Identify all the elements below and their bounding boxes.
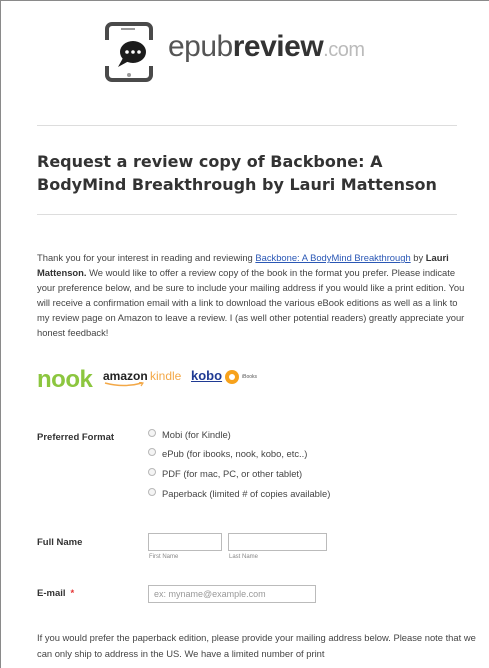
logo-wordmark: epubreview.com — [168, 30, 365, 64]
intro-part-3: We would like to offer a review copy of … — [37, 267, 465, 338]
email-label: E-mail * — [37, 588, 74, 599]
format-option-label: PDF (for mac, PC, or other tablet) — [162, 468, 303, 479]
paperback-note: If you would prefer the paperback editio… — [37, 632, 476, 659]
logo-text-bold: review — [232, 30, 324, 63]
divider-bottom — [37, 214, 457, 215]
book-link[interactable]: Backbone: A BodyMind Breakthrough — [255, 252, 410, 263]
format-option-label: ePub (for ibooks, nook, kobo, etc..) — [162, 448, 308, 459]
nook-logo: nook — [37, 366, 93, 393]
radio-pdf[interactable] — [148, 468, 156, 476]
radio-paperback[interactable] — [148, 488, 156, 496]
amazon-smile-icon — [104, 382, 144, 387]
email-input[interactable]: ex: myname@example.com — [148, 585, 316, 603]
email-label-text: E-mail — [37, 588, 66, 599]
ibooks-icon — [225, 370, 239, 384]
page-title: Request a review copy of Backbone: A Bod… — [37, 152, 437, 194]
divider-top — [37, 125, 457, 126]
intro-part-1: Thank you for your interest in reading a… — [37, 252, 256, 263]
full-name-label: Full Name — [37, 537, 83, 548]
last-name-input[interactable] — [228, 533, 327, 551]
format-option-label: Mobi (for Kindle) — [162, 429, 231, 440]
first-name-input[interactable] — [148, 533, 222, 551]
site-logo[interactable]: epubreview.com — [105, 22, 405, 82]
intro-part-2: by — [410, 252, 426, 263]
store-logos: nook amazon kindle kobo iBooks — [37, 366, 277, 394]
logo-text-suffix: .com — [323, 39, 365, 61]
kobo-logo: kobo — [191, 368, 223, 383]
last-name-sublabel: Last Name — [229, 554, 259, 560]
radio-mobi[interactable] — [148, 429, 156, 437]
first-name-sublabel: First Name — [149, 554, 179, 560]
amazon-logo: amazon — [103, 369, 148, 383]
kindle-logo: kindle — [150, 369, 182, 383]
tablet-chat-icon — [105, 22, 159, 82]
required-marker: * — [70, 588, 75, 599]
ibooks-label: iBooks — [242, 374, 258, 380]
intro-text: Thank you for your interest in reading a… — [37, 250, 469, 340]
format-option-label: Paperback (limited # of copies available… — [162, 488, 331, 499]
preferred-format-label: Preferred Format — [37, 432, 115, 443]
logo-text-light: epub — [168, 30, 233, 63]
radio-epub[interactable] — [148, 448, 156, 456]
